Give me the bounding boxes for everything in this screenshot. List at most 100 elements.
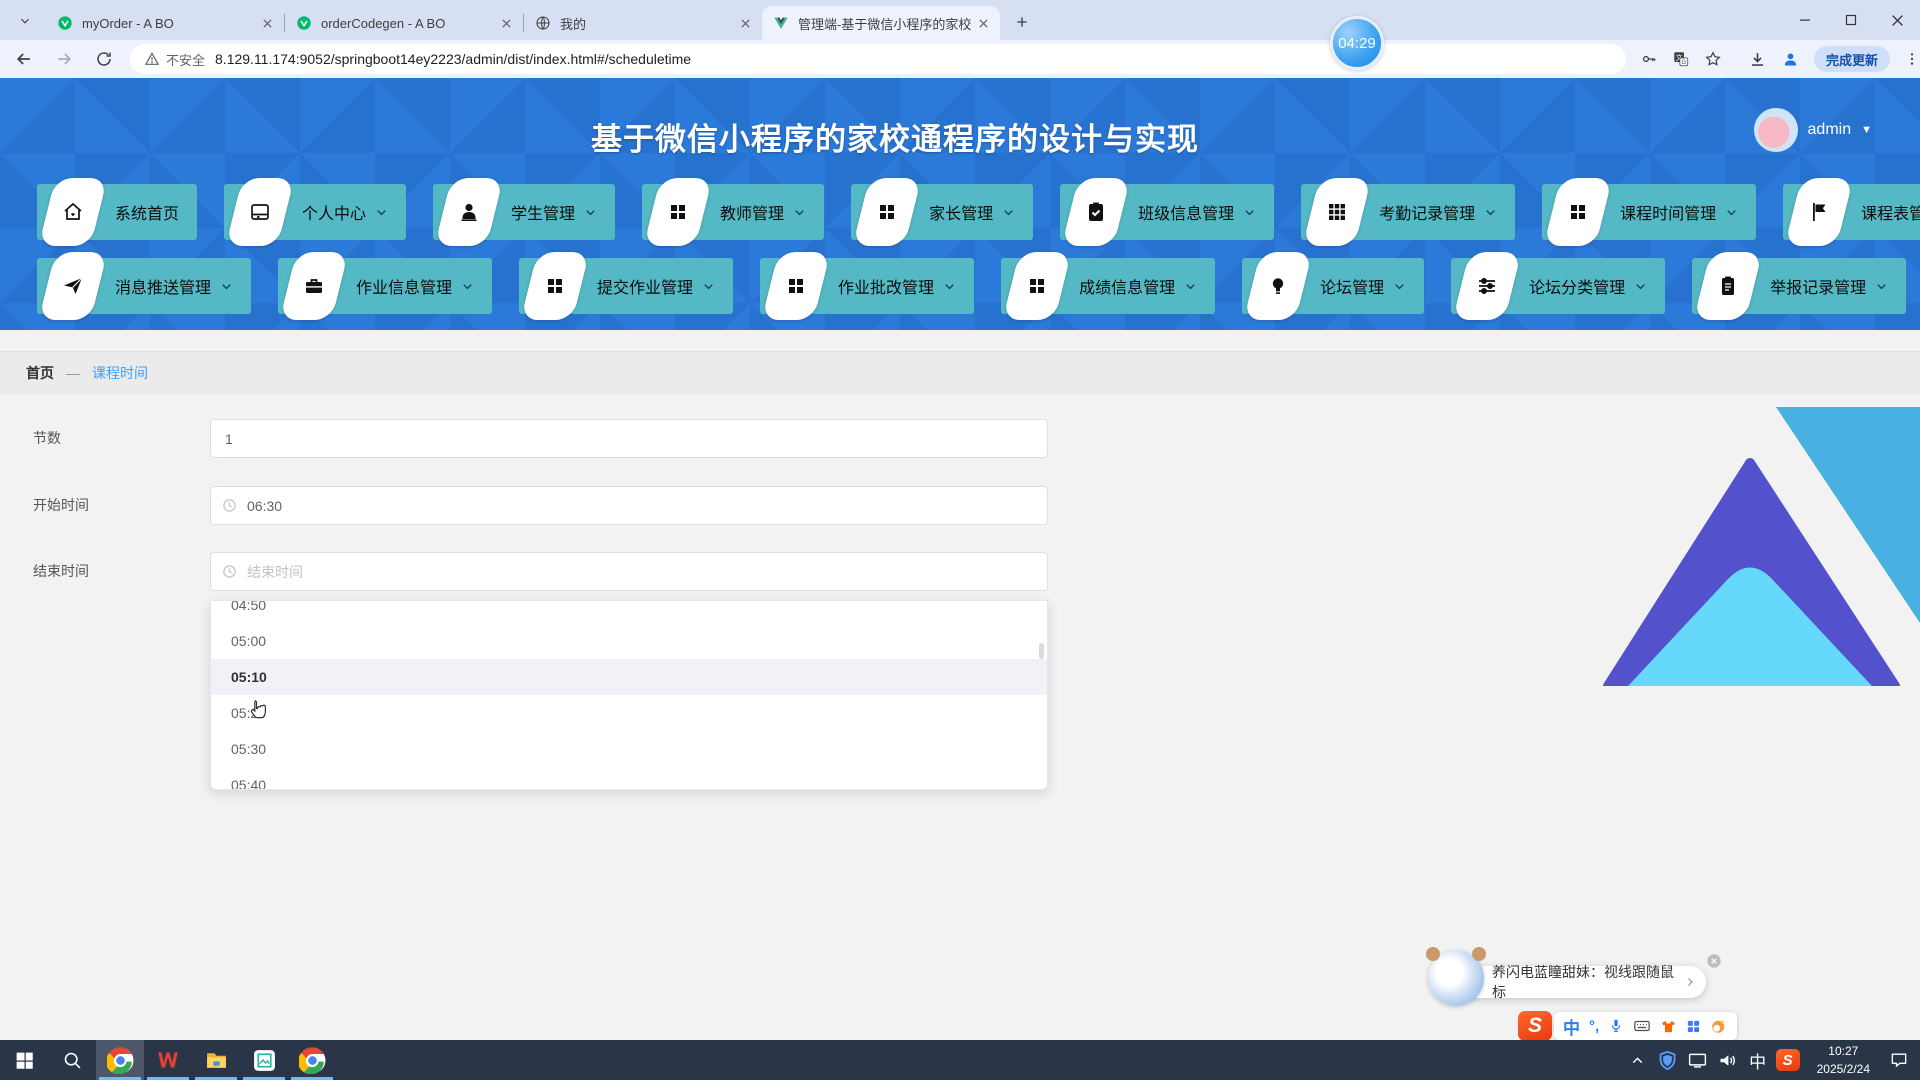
- nav-item[interactable]: 论坛管理: [1242, 258, 1424, 314]
- browser-tab[interactable]: 管理端-基于微信小程序的家校: [762, 6, 1000, 40]
- nav-item[interactable]: 课程表管理: [1783, 184, 1920, 240]
- taskbar-clock[interactable]: 10:27 2025/2/24: [1809, 1042, 1878, 1078]
- time-option[interactable]: 04:50: [211, 600, 1047, 623]
- minimize-button[interactable]: [1782, 0, 1828, 40]
- flag-icon: [1785, 178, 1854, 246]
- tab-close-icon[interactable]: [974, 14, 992, 32]
- desktop: { "browser": { "tabs": [ {"title": "myOr…: [0, 0, 1920, 1080]
- taskbar-search-icon[interactable]: [48, 1040, 96, 1080]
- new-tab-button[interactable]: [1008, 8, 1036, 36]
- tab-title: orderCodegen - A BO: [321, 16, 497, 31]
- bookmark-star-icon[interactable]: [1704, 50, 1722, 68]
- close-window-button[interactable]: [1874, 0, 1920, 40]
- time-option[interactable]: 05:20: [211, 695, 1047, 731]
- menu-dots-icon[interactable]: [1904, 51, 1920, 67]
- popup-text: 养闪电蓝瞳甜妹：视线跟随鼠标: [1492, 962, 1684, 1002]
- chevron-down-icon: ▼: [1861, 124, 1872, 136]
- tray-chevron-up-icon[interactable]: [1623, 1040, 1653, 1080]
- nav-item[interactable]: 作业批改管理: [760, 258, 974, 314]
- tray-shield-icon[interactable]: [1653, 1040, 1683, 1080]
- taskbar-chrome-icon[interactable]: [288, 1040, 336, 1080]
- tab-close-icon[interactable]: [497, 14, 515, 32]
- time-option[interactable]: 05:00: [211, 623, 1047, 659]
- sg-grid-icon[interactable]: [1686, 1019, 1701, 1034]
- screen-time-badge[interactable]: 04:29: [1330, 16, 1384, 70]
- nav-item[interactable]: 消息推送管理: [37, 258, 251, 314]
- tab-close-icon[interactable]: [258, 14, 276, 32]
- tray-sogou-icon[interactable]: S: [1773, 1040, 1803, 1080]
- nav-item[interactable]: 课程时间管理: [1542, 184, 1756, 240]
- browser-tab[interactable]: myOrder - A BO: [46, 6, 284, 40]
- popup-ad[interactable]: 养闪电蓝瞳甜妹：视线跟随鼠标: [1460, 966, 1706, 998]
- nav-item[interactable]: 个人中心: [224, 184, 406, 240]
- chevron-down-icon: [702, 280, 715, 293]
- nav-item[interactable]: 作业信息管理: [278, 258, 492, 314]
- taskbar-start-icon[interactable]: [0, 1040, 48, 1080]
- nav-item[interactable]: 考勤记录管理: [1301, 184, 1515, 240]
- plane-icon: [39, 252, 108, 320]
- user-menu[interactable]: admin ▼: [1754, 108, 1872, 152]
- popup-close-icon[interactable]: [1706, 953, 1722, 969]
- sg-face-icon[interactable]: [1710, 1017, 1728, 1035]
- time-option[interactable]: 05:30: [211, 731, 1047, 767]
- nav-item-label: 个人中心: [302, 200, 366, 224]
- tab-close-icon[interactable]: [736, 14, 754, 32]
- sg-mic-icon[interactable]: [1608, 1018, 1624, 1034]
- chevron-down-icon: [943, 280, 956, 293]
- popup-mascot-avatar[interactable]: [1428, 950, 1484, 1006]
- nav-item[interactable]: 成绩信息管理: [1001, 258, 1215, 314]
- time-option[interactable]: 05:10: [211, 659, 1047, 695]
- taskbar-explorer-icon[interactable]: [192, 1040, 240, 1080]
- sogou-tools: 中 °,: [1554, 1012, 1737, 1040]
- nav-item[interactable]: 学生管理: [433, 184, 615, 240]
- grid4-icon: [762, 252, 831, 320]
- dropdown-scrollbar[interactable]: [1039, 643, 1044, 659]
- nav-item[interactable]: 家长管理: [851, 184, 1033, 240]
- breadcrumb-home[interactable]: 首页: [26, 363, 54, 383]
- taskbar: 中S 10:27 2025/2/24: [0, 1040, 1920, 1080]
- profile-icon[interactable]: [1781, 50, 1800, 69]
- sg-shirt-icon[interactable]: [1660, 1018, 1677, 1035]
- chevron-down-icon: [1634, 280, 1647, 293]
- sg-quote-icon[interactable]: °,: [1589, 1018, 1599, 1035]
- nav-item[interactable]: 系统首页: [37, 184, 197, 240]
- vue-icon: [772, 14, 790, 32]
- sections-input[interactable]: [210, 419, 1048, 458]
- breadcrumb-current[interactable]: 课程时间: [92, 363, 148, 383]
- nav-item[interactable]: 提交作业管理: [519, 258, 733, 314]
- time-option[interactable]: 05:40: [211, 767, 1047, 790]
- nav-item[interactable]: 论坛分类管理: [1451, 258, 1665, 314]
- nav-item[interactable]: 教师管理: [642, 184, 824, 240]
- sg-kbd-icon[interactable]: [1633, 1017, 1651, 1035]
- sogou-logo-icon[interactable]: S: [1518, 1011, 1552, 1041]
- chrome-update-button[interactable]: 完成更新: [1814, 46, 1890, 72]
- nav-item-label: 作业批改管理: [838, 274, 934, 298]
- back-button[interactable]: [8, 43, 40, 75]
- translate-icon[interactable]: 文G: [1672, 50, 1690, 68]
- start-time-input[interactable]: [210, 486, 1048, 525]
- notification-center-icon[interactable]: [1884, 1040, 1914, 1080]
- download-icon[interactable]: [1748, 50, 1767, 69]
- clock-time: 10:27: [1817, 1042, 1870, 1060]
- taskbar-snip-icon[interactable]: [240, 1040, 288, 1080]
- browser-tab[interactable]: 我的: [524, 6, 762, 40]
- nav-item[interactable]: 班级信息管理: [1060, 184, 1274, 240]
- taskbar-chrome-icon[interactable]: [96, 1040, 144, 1080]
- forward-button[interactable]: [48, 43, 80, 75]
- taskbar-wps-icon[interactable]: [144, 1040, 192, 1080]
- sg-zh-icon[interactable]: 中: [1563, 1014, 1580, 1039]
- tray-speaker-icon[interactable]: [1713, 1040, 1743, 1080]
- browser-tab-strip: myOrder - A BO orderCodegen - A BO 我的管理端-基…: [0, 0, 1920, 40]
- reload-button[interactable]: [88, 43, 120, 75]
- password-key-icon[interactable]: [1640, 50, 1658, 68]
- browser-tab[interactable]: orderCodegen - A BO: [285, 6, 523, 40]
- tray-network-icon[interactable]: [1683, 1040, 1713, 1080]
- tab-search-button[interactable]: [10, 7, 40, 35]
- address-bar[interactable]: 不安全 8.129.11.174:9052/springboot14ey2223…: [130, 44, 1626, 74]
- green-v-icon: [295, 14, 313, 32]
- maximize-button[interactable]: [1828, 0, 1874, 40]
- globe-icon: [534, 14, 552, 32]
- end-time-input[interactable]: [210, 552, 1048, 591]
- tray-ime-zh-icon[interactable]: 中: [1743, 1040, 1773, 1080]
- nav-item[interactable]: 举报记录管理: [1692, 258, 1906, 314]
